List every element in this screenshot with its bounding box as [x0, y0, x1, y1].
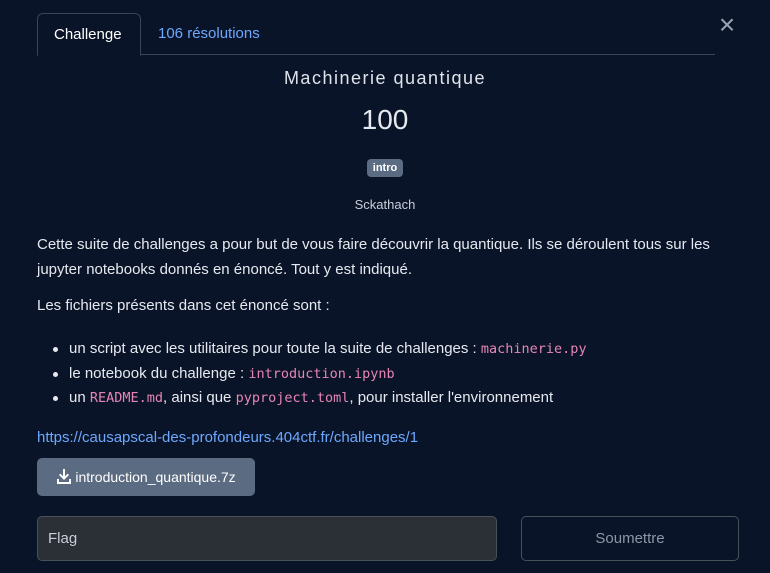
flag-input[interactable]	[37, 516, 497, 561]
download-icon	[56, 468, 72, 487]
tag-container: intro	[0, 158, 770, 177]
code-filename: introduction.ipynb	[248, 365, 395, 382]
close-icon[interactable]: ×	[714, 11, 740, 39]
challenge-author: Sckathach	[354, 197, 416, 212]
tab-challenge[interactable]: Challenge	[37, 13, 141, 56]
code-filename: pyproject.toml	[235, 390, 350, 406]
code-filename: machinerie.py	[480, 341, 587, 357]
list-item: un script avec les utilitaires pour tout…	[53, 337, 587, 362]
challenge-tag: intro	[366, 159, 404, 177]
files-intro: Les fichiers présents dans cet énoncé so…	[37, 297, 330, 314]
code-filename: README.md	[89, 390, 164, 406]
list-item-text: , ainsi que	[163, 389, 236, 406]
tab-solves[interactable]: 106 résolutions	[142, 13, 276, 55]
list-item-text: un	[69, 389, 90, 406]
challenge-title: Machinerie quantique	[283, 68, 487, 88]
description-paragraph: Cette suite de challenges a pour but de …	[37, 236, 710, 278]
list-item-text: un script avec les utilitaires pour tout…	[69, 340, 481, 357]
files-list: un script avec les utilitaires pour tout…	[53, 337, 587, 411]
download-button[interactable]: introduction_quantique.7z	[37, 458, 255, 496]
submit-button[interactable]: Soumettre	[521, 516, 739, 561]
list-item-text: , pour installer l'environnement	[349, 389, 554, 406]
challenge-points: 100	[361, 104, 409, 135]
list-item-text: le notebook du challenge :	[69, 364, 249, 382]
challenge-link[interactable]: https://causapscal-des-profondeurs.404ct…	[37, 429, 418, 446]
list-item: un README.md, ainsi que pyproject.toml, …	[53, 386, 587, 411]
list-item: le notebook du challenge : introduction.…	[53, 362, 587, 387]
download-label: introduction_quantique.7z	[75, 469, 236, 485]
challenge-tabs: Challenge 106 résolutions	[37, 13, 715, 56]
